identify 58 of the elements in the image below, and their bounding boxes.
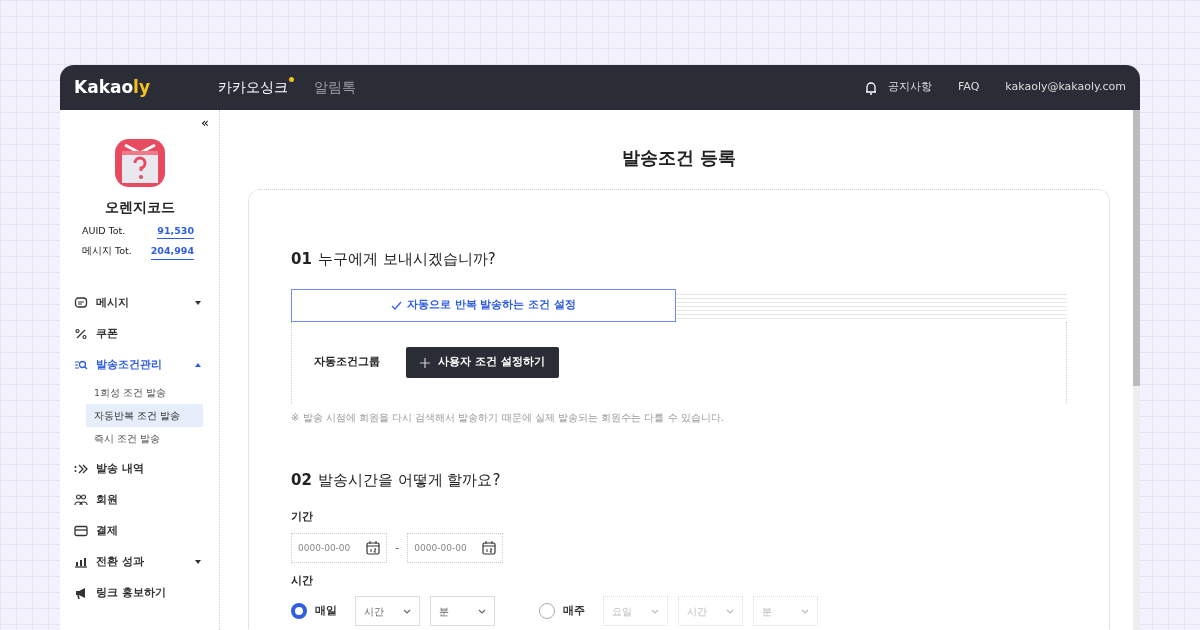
section-title: 02 발송시간을 어떻게 할까요? (291, 469, 502, 491)
double-chevron-icon (74, 462, 88, 476)
select-field[interactable]: 분 (430, 596, 495, 626)
add-condition-button[interactable]: 사용자 조건 설정하기 (406, 347, 559, 378)
field-label: 기간 (291, 509, 314, 525)
nav-link[interactable]: FAQ (958, 79, 980, 96)
scroll-thumb[interactable] (1133, 110, 1140, 386)
calendar-icon (482, 540, 497, 555)
nav-link[interactable]: kakaoly@kakaoly.com (1005, 79, 1126, 96)
menu-item[interactable]: 발송 내역 (60, 453, 219, 485)
field-label: 시간 (291, 572, 314, 589)
date-field[interactable]: 0000-00-00 (407, 532, 504, 563)
stat-value[interactable]: 204,994 (150, 244, 194, 260)
date-field[interactable]: 0000-00-00 (291, 532, 387, 563)
menu-item[interactable]: 메시지 (60, 287, 219, 319)
submenu-item[interactable]: 자동반복 조건 발송 (86, 403, 203, 427)
calendar-icon (366, 540, 380, 555)
date-separator: - (395, 539, 400, 557)
chevron-down-icon (478, 608, 486, 614)
menu-item[interactable]: 전환 성과 (60, 546, 219, 578)
chevron-down-icon (651, 608, 659, 614)
menu-item[interactable]: 결제 (60, 515, 219, 547)
section-title: 01 누구에게 보내시겠습니까? (291, 249, 497, 270)
option-button[interactable]: 자동으로 반복 발송하는 조건 설정 (291, 288, 676, 322)
message-icon (74, 296, 88, 310)
note-text: ※ 발송 시점에 회원을 다시 검색해서 발송하기 때문에 실제 발송되는 회원수는 다를 수 있습니다. (291, 410, 725, 425)
bell-icon (864, 80, 878, 95)
scrollbar[interactable] (1133, 110, 1140, 630)
chevron-down-icon (801, 608, 809, 614)
page-title: 발송조건 등록 (620, 146, 738, 170)
bar-chart-icon (74, 555, 88, 569)
collapse-button[interactable]: « (201, 116, 209, 129)
menu-item[interactable]: 발송조건관리 (60, 349, 219, 381)
logo: Kakaoly (74, 75, 152, 99)
people-icon (74, 493, 88, 507)
nav-tab[interactable]: 알림톡 (314, 77, 356, 98)
chevron-down-icon (726, 608, 734, 614)
megaphone-icon (74, 586, 88, 600)
search-list-icon (74, 358, 88, 372)
radio-option[interactable]: 매일 (291, 602, 337, 620)
check-icon (390, 300, 402, 310)
submenu-item[interactable]: 1회성 조건 발송 (86, 380, 203, 404)
menu-item[interactable]: 회원 (60, 484, 219, 516)
nav-tab[interactable]: 카카오싱크 (218, 77, 288, 98)
stat-label: 메시지 Tot. (82, 244, 132, 259)
percent-icon (74, 327, 88, 341)
select-field[interactable]: 시간 (355, 596, 420, 626)
submenu-item[interactable]: 즉시 조건 발송 (86, 426, 203, 450)
nav-link[interactable]: 공지사항 (888, 79, 932, 96)
menu-item[interactable]: 링크 홍보하기 (60, 577, 219, 609)
stat-value[interactable]: 91,530 (157, 224, 194, 240)
profile-name: 오렌지코드 (103, 198, 176, 217)
card-icon (74, 524, 88, 538)
group-label: 자동조건그룹 (314, 354, 380, 371)
stat-label: AUID Tot. (82, 224, 126, 238)
plus-icon (420, 357, 430, 368)
menu-item[interactable]: 쿠폰 (60, 318, 219, 350)
chevron-down-icon (403, 608, 411, 614)
